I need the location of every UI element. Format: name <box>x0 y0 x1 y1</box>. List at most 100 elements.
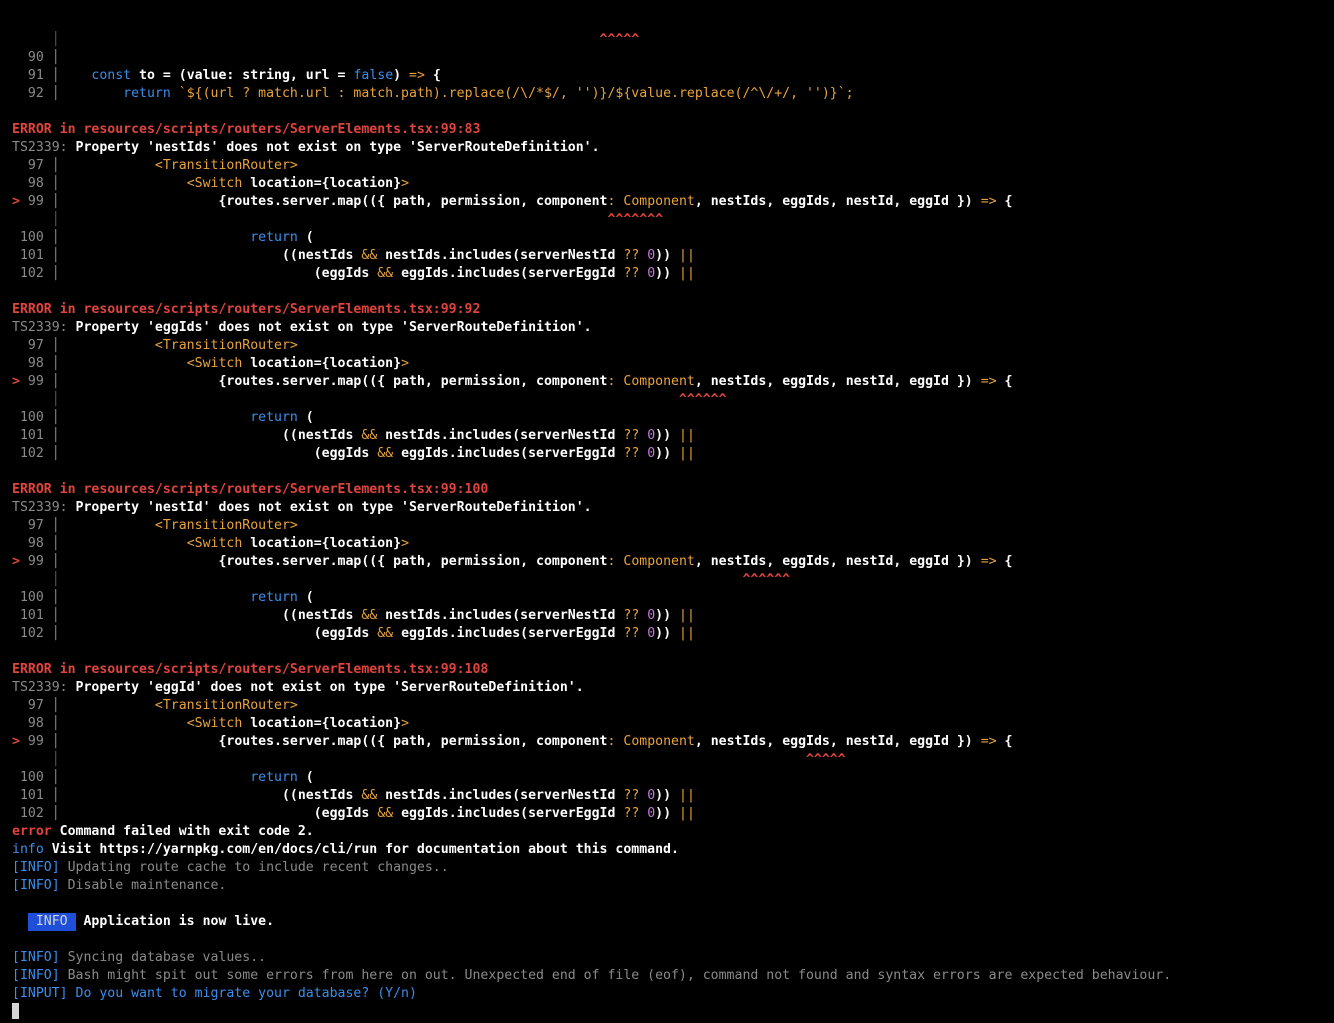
terminal-text: { <box>424 68 441 83</box>
terminal-text: 97 │ <box>12 338 60 353</box>
terminal-text: ( <box>297 590 314 605</box>
terminal-text: => <box>409 68 425 83</box>
terminal-text: && <box>377 266 394 281</box>
terminal-text: <TransitionRouter> <box>154 158 298 173</box>
terminal-text: && <box>377 446 394 461</box>
terminal-text: return <box>123 86 171 101</box>
terminal-text: Component <box>615 734 695 749</box>
terminal-text: nestIds.includes(serverNestId <box>377 608 624 623</box>
terminal-text: error <box>12 824 52 839</box>
terminal-text: Component <box>615 554 695 569</box>
terminal-text: > <box>12 734 28 749</box>
terminal-text: || <box>679 428 695 443</box>
info-badge: INFO <box>27 913 76 931</box>
terminal-text: ?? <box>623 608 640 623</box>
terminal-line: [INFO] Disable maintenance. <box>12 877 1328 895</box>
terminal-text: ( <box>297 770 314 785</box>
terminal-text: )) <box>655 248 679 263</box>
terminal-text: (eggIds <box>59 266 378 281</box>
terminal-text: (eggIds <box>59 806 378 821</box>
terminal-line: │ ^^^^^^ <box>12 391 1328 409</box>
terminal-text: <Switch <box>186 356 243 371</box>
terminal-text: 99 │ <box>27 554 60 569</box>
terminal-line: 100 │ return ( <box>12 589 1328 607</box>
terminal-text: , nestIds, eggIds, nestId, eggId }) <box>694 554 981 569</box>
terminal-line: 100 │ return ( <box>12 769 1328 787</box>
terminal-output[interactable]: │ ^^^^^ 90 │ 91 │ const to = (value: str… <box>12 31 1328 1021</box>
terminal-text: 0 <box>647 248 656 263</box>
terminal-text: ^^^^^^ <box>742 572 791 587</box>
terminal-text: )) <box>655 446 679 461</box>
terminal-text: return <box>250 590 298 605</box>
terminal-text: > <box>12 194 28 209</box>
terminal-text: || <box>679 626 695 641</box>
terminal-text: > <box>12 374 28 389</box>
terminal-line: 101 │ ((nestIds && nestIds.includes(serv… <box>12 607 1328 625</box>
terminal-text: [INFO] <box>12 860 60 875</box>
terminal-line: TS2339: Property 'eggId' does not exist … <box>12 679 1328 697</box>
terminal-text: 90 │ <box>12 50 60 65</box>
terminal-line: [INPUT] Do you want to migrate your data… <box>12 985 1328 1003</box>
terminal-text: 102 │ <box>12 626 60 641</box>
terminal-text: 102 │ <box>12 806 60 821</box>
terminal-text: Syncing database values.. <box>59 950 267 965</box>
terminal-text: ) <box>393 68 410 83</box>
terminal-text: Property 'nestIds' does not exist on typ… <box>75 140 600 155</box>
prompt-line[interactable] <box>12 1003 1328 1021</box>
terminal-text: || <box>679 446 695 461</box>
terminal-text: > <box>12 554 28 569</box>
terminal-text: ?? <box>623 446 640 461</box>
terminal-text: , nestIds, eggIds, nestId, eggId }) <box>694 734 981 749</box>
terminal-text: ?? <box>623 248 640 263</box>
terminal-text: [INPUT] Do you want to migrate your data… <box>12 986 417 1001</box>
terminal-text: │ <box>12 572 743 587</box>
terminal-text: { <box>996 194 1013 209</box>
terminal-line: TS2339: Property 'eggIds' does not exist… <box>12 319 1328 337</box>
terminal-line: > 99 │ {routes.server.map(({ path, permi… <box>12 373 1328 391</box>
terminal-text: Component <box>615 194 695 209</box>
terminal-text: ?? <box>623 428 640 443</box>
terminal-text: { <box>996 734 1013 749</box>
terminal-text: [INFO] <box>12 968 60 983</box>
terminal-text: 98 │ <box>12 716 60 731</box>
terminal-text: 92 │ <box>12 86 60 101</box>
terminal-text: || <box>679 788 695 803</box>
terminal-text: location={location} <box>242 356 402 371</box>
terminal-line: 102 │ (eggIds && eggIds.includes(serverE… <box>12 625 1328 643</box>
terminal-text: <TransitionRouter> <box>154 518 298 533</box>
terminal-line: 97 │ <TransitionRouter> <box>12 697 1328 715</box>
terminal-text: > <box>401 536 410 551</box>
terminal-text: 99 │ <box>27 194 60 209</box>
terminal-line: 102 │ (eggIds && eggIds.includes(serverE… <box>12 265 1328 283</box>
terminal-text: │ <box>12 212 608 227</box>
terminal-line: │ ^^^^^^^ <box>12 211 1328 229</box>
terminal-line: 97 │ <TransitionRouter> <box>12 517 1328 535</box>
terminal-text: ^^^^^ <box>599 32 640 47</box>
terminal-text: 99 │ <box>27 374 60 389</box>
terminal-line: 98 │ <Switch location={location}> <box>12 175 1328 193</box>
terminal-line: 102 │ (eggIds && eggIds.includes(serverE… <box>12 805 1328 823</box>
terminal-text: && <box>361 248 378 263</box>
terminal-line: 97 │ <TransitionRouter> <box>12 337 1328 355</box>
terminal-text: (eggIds <box>59 626 378 641</box>
terminal-text: )) <box>655 806 679 821</box>
terminal-cursor[interactable] <box>12 1003 19 1019</box>
terminal-line: > 99 │ {routes.server.map(({ path, permi… <box>12 553 1328 571</box>
terminal-text: Updating route cache to include recent c… <box>59 860 449 875</box>
terminal-text: for documentation about this command. <box>377 842 679 857</box>
terminal-text: )) <box>655 428 679 443</box>
terminal-text: 97 │ <box>12 158 60 173</box>
terminal-text: ( <box>297 230 314 245</box>
terminal-text: ((nestIds <box>59 788 362 803</box>
terminal-line: ERROR in resources/scripts/routers/Serve… <box>12 301 1328 319</box>
terminal-text: )) <box>655 788 679 803</box>
